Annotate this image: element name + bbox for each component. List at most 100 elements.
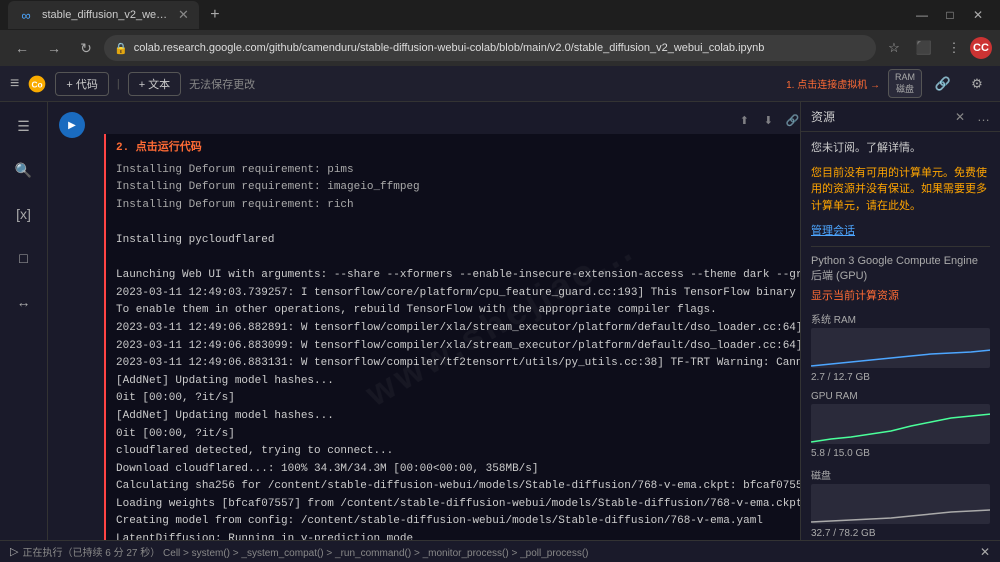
reload-button[interactable]: ↻ — [72, 34, 100, 62]
output-line-10: 2023-03-11 12:49:06.883131: W tensorflow… — [116, 355, 800, 373]
connect-annotation: 1. 点击连接虚拟机 → — [786, 76, 880, 91]
disk-section: 磁盘 32.7 / 78.2 GB — [811, 467, 990, 539]
main-layout: www.shejiao... ☰ 🔍 [x] □ ↔ ▶ ⬆ ⬇ 🔗 ⚙ 📋 🗑 — [0, 102, 1000, 540]
notebook-area: ▶ ⬆ ⬇ 🔗 ⚙ 📋 🗑 ⋮ 2. 点击运行代码 Installing Def… — [48, 102, 800, 540]
status-right: ✕ — [980, 545, 990, 559]
toolbar-separator: | — [117, 78, 120, 90]
output-line-17: Calculating sha256 for /content/stable-d… — [116, 478, 800, 496]
output-line-12: 0it [00:00, ?it/s] — [116, 390, 800, 408]
extension-button[interactable]: ⬛ — [910, 34, 938, 62]
add-text-button[interactable]: + 文本 — [128, 72, 181, 96]
toolbar-menu-icon[interactable]: ≡ — [10, 75, 19, 93]
status-text: 正在执行（已持续 6 分 27 秒） Cell > system() > _sy… — [22, 544, 588, 559]
close-window-button[interactable]: ✕ — [964, 1, 992, 29]
toolbar-link-icon[interactable]: 🔗 — [930, 71, 956, 97]
run-cell-button[interactable]: ▶ — [59, 112, 85, 138]
ram-label: RAM — [895, 72, 915, 82]
gpu-ram-graph — [811, 404, 990, 444]
system-ram-bar — [811, 328, 990, 368]
sidebar-files-icon[interactable]: □ — [8, 242, 40, 274]
panel-header: 资源 ✕ … — [801, 102, 1000, 132]
url-text: colab.research.google.com/github/camendu… — [134, 42, 765, 54]
toolbar-right: 1. 点击连接虚拟机 → RAM 磁盘 🔗 ⚙ — [786, 69, 990, 98]
output-line-7: To enable them in other operations, rebu… — [116, 302, 800, 320]
run-code-annotation: 2. 点击运行代码 — [116, 140, 800, 158]
sidebar-sections-icon[interactable]: ↔ — [8, 286, 40, 318]
cell-link-icon[interactable]: 🔗 — [782, 110, 800, 130]
colab-logo-icon: Co — [27, 74, 47, 94]
output-line-blank1 — [116, 214, 800, 232]
runtime-section: Python 3 Google Compute Engine 后端 (GPU) … — [811, 246, 990, 303]
output-line-11: [AddNet] Updating model hashes... — [116, 373, 800, 391]
ram-disk-display[interactable]: RAM 磁盘 — [888, 69, 922, 98]
output-line-blank2 — [116, 250, 800, 268]
output-area: 2. 点击运行代码 Installing Deforum requirement… — [104, 134, 800, 540]
output-line-9: 2023-03-11 12:49:06.883099: W tensorflow… — [116, 338, 800, 356]
panel-close-button[interactable]: ✕ — [955, 110, 965, 124]
settings-button[interactable]: ⋮ — [940, 34, 968, 62]
panel-more-button[interactable]: … — [977, 109, 990, 124]
active-tab[interactable]: ∞ stable_diffusion_v2_webui_col... ✕ — [8, 1, 199, 29]
move-down-icon[interactable]: ⬇ — [758, 110, 778, 130]
system-ram-label: 系统 RAM — [811, 311, 990, 326]
output-line-6: 2023-03-11 12:49:03.739257: I tensorflow… — [116, 285, 800, 303]
status-play-icon: ▷ — [10, 545, 18, 558]
output-line-15: cloudflared detected, trying to connect.… — [116, 443, 800, 461]
status-bar: ▷ 正在执行（已持续 6 分 27 秒） Cell > system() > _… — [0, 540, 1000, 562]
sidebar-search-icon[interactable]: 🔍 — [8, 154, 40, 186]
disk-graph-line — [811, 510, 990, 522]
output-line-14: 0it [00:00, ?it/s] — [116, 426, 800, 444]
disk-value: 32.7 / 78.2 GB — [811, 528, 990, 539]
panel-title: 资源 — [811, 108, 835, 125]
system-ram-value: 2.7 / 12.7 GB — [811, 372, 990, 383]
window-controls: — □ ✕ — [908, 1, 992, 29]
gpu-ram-bar — [811, 404, 990, 444]
runtime-title: Python 3 Google Compute Engine 后端 (GPU) — [811, 255, 990, 283]
profile-icon[interactable]: CC — [970, 37, 992, 59]
panel-body: 您未订阅。了解详情。 您目前没有可用的计算单元。免费使用的资源并没有保证。如果需… — [801, 132, 1000, 540]
colab-logo: Co — [27, 74, 47, 94]
disk-label-toolbar: 磁盘 — [896, 82, 914, 95]
disk-bar — [811, 484, 990, 524]
manage-session-link[interactable]: 管理会话 — [811, 225, 855, 237]
status-close-button[interactable]: ✕ — [980, 545, 990, 559]
new-tab-button[interactable]: + — [203, 3, 227, 27]
subscription-text: 您未订阅。了解详情。 — [811, 140, 990, 157]
output-line-13: [AddNet] Updating model hashes... — [116, 408, 800, 426]
disk-label: 磁盘 — [811, 467, 990, 482]
system-ram-graph — [811, 328, 990, 368]
save-status: 无法保存更改 — [189, 76, 255, 92]
output-line-20: LatentDiffusion: Running in v-prediction… — [116, 531, 800, 540]
output-line-2: Installing Deforum requirement: imageio_… — [116, 179, 800, 197]
address-bar[interactable]: 🔒 colab.research.google.com/github/camen… — [104, 35, 876, 61]
tab-bar: ∞ stable_diffusion_v2_webui_col... ✕ + —… — [0, 0, 1000, 30]
colab-toolbar: ≡ Co + 代码 | + 文本 无法保存更改 1. 点击连接虚拟机 → RAM… — [0, 66, 1000, 102]
sidebar-menu-icon[interactable]: ☰ — [8, 110, 40, 142]
ram-graph-line — [811, 350, 990, 366]
code-cell: ▶ ⬆ ⬇ 🔗 ⚙ 📋 🗑 ⋮ 2. 点击运行代码 Installing Def… — [48, 102, 800, 540]
tab-label: stable_diffusion_v2_webui_col... — [42, 9, 172, 21]
add-code-button[interactable]: + 代码 — [55, 72, 108, 96]
bookmark-button[interactable]: ☆ — [880, 34, 908, 62]
output-line-3: Installing Deforum requirement: rich — [116, 197, 800, 215]
minimize-button[interactable]: — — [908, 1, 936, 29]
warning-text: 您目前没有可用的计算单元。免费使用的资源并没有保证。如果需要更多计算单元，请在此… — [811, 165, 990, 215]
gpu-ram-label: GPU RAM — [811, 391, 990, 402]
move-up-icon[interactable]: ⬆ — [734, 110, 754, 130]
system-ram-section: 系统 RAM 2.7 / 12.7 GB — [811, 311, 990, 383]
sidebar-variables-icon[interactable]: [x] — [8, 198, 40, 230]
browser-chrome: ∞ stable_diffusion_v2_webui_col... ✕ + —… — [0, 0, 1000, 66]
tab-colab-icon: ∞ — [18, 7, 34, 23]
nav-actions: ☆ ⬛ ⋮ CC — [880, 34, 992, 62]
forward-button[interactable]: → — [40, 34, 68, 62]
cell-toolbar: ⬆ ⬇ 🔗 ⚙ 📋 🗑 ⋮ — [104, 110, 800, 130]
maximize-button[interactable]: □ — [936, 1, 964, 29]
right-panel: 资源 ✕ … 您未订阅。了解详情。 您目前没有可用的计算单元。免费使用的资源并没… — [800, 102, 1000, 540]
gpu-graph-line — [811, 414, 990, 442]
nav-bar: ← → ↻ 🔒 colab.research.google.com/github… — [0, 30, 1000, 66]
back-button[interactable]: ← — [8, 34, 36, 62]
display-resource-button[interactable]: 显示当前计算资源 — [811, 287, 990, 303]
output-line-16: Download cloudflared...: 100% 34.3M/34.3… — [116, 461, 800, 479]
toolbar-settings-icon[interactable]: ⚙ — [964, 71, 990, 97]
tab-close-button[interactable]: ✕ — [178, 7, 189, 23]
